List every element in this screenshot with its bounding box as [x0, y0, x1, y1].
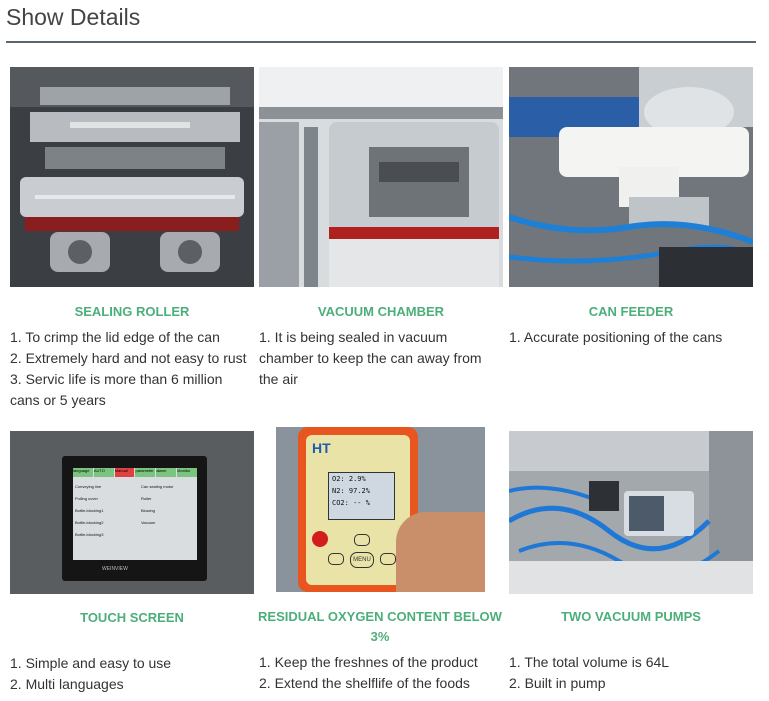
vacuum-chamber-photo: [259, 67, 503, 287]
card-line: 2. Built in pump: [509, 675, 606, 691]
left-arrow-button[interactable]: [328, 553, 344, 565]
card-line: 1. It is being sealed in vacuum: [259, 329, 448, 345]
hmi-row[interactable]: Bottle-blocking2: [75, 517, 135, 529]
hmi-row[interactable]: Roller: [141, 493, 195, 505]
sealing-roller-photo: [10, 67, 254, 287]
hmi-bezel: language AUTO Manual parameter alarm Mon…: [62, 456, 207, 581]
meter-reading: CO2: -- %: [332, 499, 370, 507]
card-caption-line1: RESIDUAL OXYGEN CONTENT BELOW: [258, 609, 502, 624]
meter-face: HT O2: 2.9% N2: 97.2% CO2: -- % MENU: [306, 435, 410, 585]
card-text: 1. Accurate positioning of the cans: [509, 327, 722, 348]
hmi-tab[interactable]: AUTO: [93, 468, 114, 477]
card-line: 2. Multi languages: [10, 676, 124, 692]
hand-image: [396, 512, 485, 592]
oxygen-meter-photo: HT O2: 2.9% N2: 97.2% CO2: -- % MENU: [276, 427, 485, 592]
hmi-tab[interactable]: language: [73, 468, 93, 477]
hmi-tab[interactable]: Monitor: [177, 468, 197, 477]
hmi-row[interactable]: Conveying line: [75, 481, 135, 493]
meter-display: O2: 2.9% N2: 97.2% CO2: -- %: [328, 472, 395, 520]
card-line: 2. Extend the shelflife of the foods: [259, 675, 470, 691]
card-line: 1. Keep the freshnes of the product: [259, 654, 478, 670]
hmi-tab[interactable]: alarm: [156, 468, 177, 477]
card-line: 1. The total volume is 64L: [509, 654, 670, 670]
card-line: chamber to keep the can away from: [259, 350, 482, 366]
meter-reading: O2: 2.9%: [332, 475, 366, 483]
meter-reading: N2: 97.2%: [332, 487, 370, 495]
vacuum-pumps-photo: [509, 431, 753, 594]
hmi-row[interactable]: Bottle-blocking1: [75, 505, 135, 517]
card-caption: CAN FEEDER: [588, 304, 674, 319]
hmi-tab[interactable]: parameter: [135, 468, 156, 477]
card-caption: TWO VACUUM PUMPS: [561, 609, 701, 624]
can-feeder-photo: [509, 67, 753, 287]
up-arrow-button[interactable]: [354, 534, 370, 546]
menu-button[interactable]: MENU: [350, 552, 374, 568]
card-text: 1. The total volume is 64L 2. Built in p…: [509, 652, 669, 694]
card-caption: VACUUM CHAMBER: [317, 304, 445, 319]
right-arrow-button[interactable]: [380, 553, 396, 565]
card-line: the air: [259, 371, 298, 387]
card-line: cans or 5 years: [10, 392, 106, 408]
hmi-row[interactable]: Vacuum: [141, 517, 195, 529]
card-text: 1. To crimp the lid edge of the can 2. E…: [10, 327, 247, 411]
card-text: 1. Simple and easy to use 2. Multi langu…: [10, 653, 171, 695]
hmi-left-rows: Conveying line Pulling cover Bottle-bloc…: [75, 481, 135, 541]
card-caption: SEALING ROLLER: [74, 304, 190, 319]
card-line: 3. Servic life is more than 6 million: [10, 371, 223, 387]
title-divider: [6, 41, 756, 43]
hmi-display: language AUTO Manual parameter alarm Mon…: [73, 468, 197, 560]
card-line: 1. Simple and easy to use: [10, 655, 172, 671]
card-caption: TOUCH SCREEN: [80, 610, 184, 625]
hmi-brand: WEINVIEW: [102, 566, 128, 572]
card-text: 1. Keep the freshnes of the product 2. E…: [259, 652, 478, 694]
hmi-row[interactable]: Pulling cover: [75, 493, 135, 505]
hmi-row[interactable]: Blowing: [141, 505, 195, 517]
power-button-icon[interactable]: [312, 531, 328, 547]
meter-brand: HT: [312, 440, 331, 456]
card-line: 2. Extremely hard and not easy to rust: [10, 350, 247, 366]
section-title: Show Details: [6, 4, 141, 30]
hmi-right-rows: Can sealing motor Roller Blowing Vacuum: [141, 481, 195, 529]
hmi-tab-bar: language AUTO Manual parameter alarm Mon…: [73, 468, 197, 477]
touch-screen-photo: language AUTO Manual parameter alarm Mon…: [10, 431, 254, 594]
hmi-row[interactable]: Bottle-blocking3: [75, 529, 135, 541]
card-caption-line2: 3%: [370, 629, 390, 644]
card-caption: RESIDUAL OXYGEN CONTENT BELOW 3%: [256, 607, 504, 647]
card-line: 1. To crimp the lid edge of the can: [10, 329, 220, 345]
card-text: 1. It is being sealed in vacuum chamber …: [259, 327, 482, 390]
hmi-tab[interactable]: Manual: [114, 468, 135, 477]
card-line: 1. Accurate positioning of the cans: [509, 329, 723, 345]
hmi-row[interactable]: Can sealing motor: [141, 481, 195, 493]
